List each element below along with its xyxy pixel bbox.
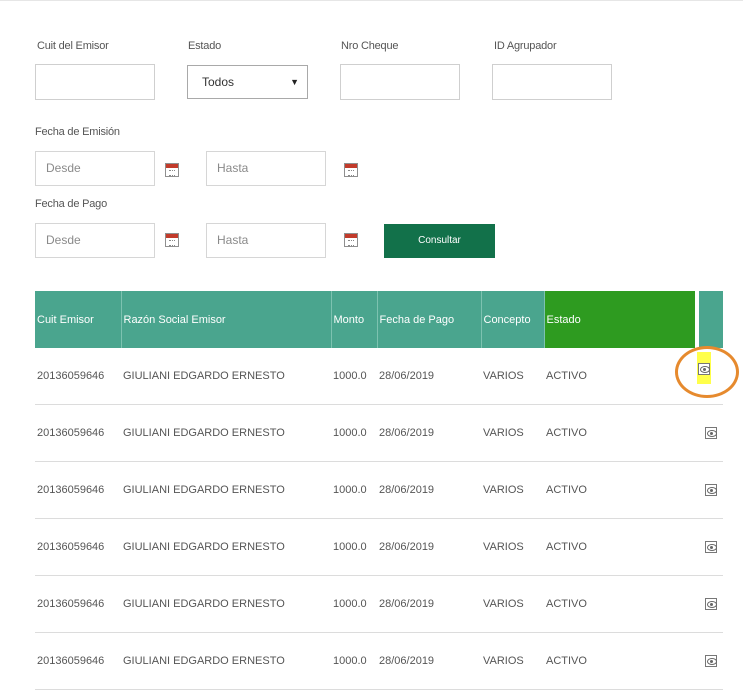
- table-row: 20136059646 GIULIANI EDGARDO ERNESTO 100…: [35, 404, 723, 462]
- table-row: 20136059646 GIULIANI EDGARDO ERNESTO 100…: [35, 632, 723, 690]
- eye-icon[interactable]: [704, 655, 717, 668]
- top-divider: [0, 0, 743, 1]
- header-fecha-pago[interactable]: Fecha de Pago: [377, 291, 482, 348]
- cell-concepto: VARIOS: [481, 575, 544, 633]
- cell-cuit: 20136059646: [35, 348, 121, 405]
- cell-fecha: 28/06/2019: [377, 575, 481, 633]
- eye-icon[interactable]: [704, 598, 717, 611]
- estado-select-value: Todos: [202, 75, 235, 89]
- agrupador-label: ID Agrupador: [494, 40, 557, 52]
- cuit-input[interactable]: [35, 64, 155, 100]
- table-row: 20136059646 GIULIANI EDGARDO ERNESTO 100…: [35, 461, 723, 519]
- header-actions: [698, 291, 723, 348]
- calendar-icon[interactable]: [165, 163, 179, 177]
- agrupador-input[interactable]: [492, 64, 612, 100]
- cell-fecha: 28/06/2019: [377, 632, 481, 690]
- cell-cuit: 20136059646: [35, 518, 121, 576]
- cell-action: [698, 404, 723, 462]
- pago-desde-input[interactable]: Desde: [35, 223, 155, 258]
- header-estado[interactable]: Estado: [544, 291, 695, 348]
- cell-concepto: VARIOS: [481, 518, 544, 576]
- fecha-pago-label: Fecha de Pago: [35, 198, 108, 210]
- cell-razon-social: GIULIANI EDGARDO ERNESTO: [121, 632, 331, 690]
- eye-icon[interactable]: [704, 427, 717, 440]
- cell-cuit: 20136059646: [35, 404, 121, 462]
- calendar-icon[interactable]: [165, 233, 179, 247]
- table-row: 20136059646 GIULIANI EDGARDO ERNESTO 100…: [35, 575, 723, 633]
- cell-fecha: 28/06/2019: [377, 518, 481, 576]
- cell-monto: 1000.0: [331, 632, 377, 690]
- eye-icon[interactable]: [704, 484, 717, 497]
- cell-concepto: VARIOS: [481, 461, 544, 519]
- cell-action: [698, 518, 723, 576]
- table-row: 20136059646 GIULIANI EDGARDO ERNESTO 100…: [35, 518, 723, 576]
- cell-monto: 1000.0: [331, 575, 377, 633]
- cell-cuit: 20136059646: [35, 632, 121, 690]
- cell-fecha: 28/06/2019: [377, 461, 481, 519]
- annotation-ring: [675, 346, 739, 398]
- estado-label: Estado: [188, 40, 222, 52]
- cell-estado: ACTIVO: [544, 632, 694, 690]
- cell-fecha: 28/06/2019: [377, 348, 481, 405]
- cell-concepto: VARIOS: [481, 632, 544, 690]
- header-cuit-emisor[interactable]: Cuit Emisor: [35, 291, 122, 348]
- cell-estado: ACTIVO: [544, 518, 694, 576]
- cell-razon-social: GIULIANI EDGARDO ERNESTO: [121, 461, 331, 519]
- cell-action: [698, 575, 723, 633]
- cell-cuit: 20136059646: [35, 461, 121, 519]
- cell-fecha: 28/06/2019: [377, 404, 481, 462]
- cell-concepto: VARIOS: [481, 348, 544, 405]
- cell-estado: ACTIVO: [544, 348, 694, 405]
- table-header-row: Cuit Emisor Razón Social Emisor Monto Fe…: [35, 291, 723, 348]
- eye-icon[interactable]: [704, 541, 717, 554]
- cell-monto: 1000.0: [331, 348, 377, 405]
- cell-monto: 1000.0: [331, 461, 377, 519]
- results-table: Cuit Emisor Razón Social Emisor Monto Fe…: [35, 291, 723, 690]
- cell-monto: 1000.0: [331, 518, 377, 576]
- cell-razon-social: GIULIANI EDGARDO ERNESTO: [121, 575, 331, 633]
- cell-estado: ACTIVO: [544, 461, 694, 519]
- cell-action: [698, 632, 723, 690]
- calendar-icon[interactable]: [344, 233, 358, 247]
- calendar-icon[interactable]: [344, 163, 358, 177]
- emision-hasta-input[interactable]: Hasta: [206, 151, 326, 186]
- cheque-input[interactable]: [340, 64, 460, 100]
- table-row: 20136059646 GIULIANI EDGARDO ERNESTO 100…: [35, 348, 723, 405]
- cell-estado: ACTIVO: [544, 575, 694, 633]
- pago-hasta-input[interactable]: Hasta: [206, 223, 326, 258]
- cell-cuit: 20136059646: [35, 575, 121, 633]
- consultar-button[interactable]: Consultar: [384, 224, 495, 258]
- header-razon-social[interactable]: Razón Social Emisor: [121, 291, 332, 348]
- cuit-label: Cuit del Emisor: [37, 40, 109, 52]
- cell-razon-social: GIULIANI EDGARDO ERNESTO: [121, 348, 331, 405]
- cell-razon-social: GIULIANI EDGARDO ERNESTO: [121, 518, 331, 576]
- emision-desde-input[interactable]: Desde: [35, 151, 155, 186]
- cell-razon-social: GIULIANI EDGARDO ERNESTO: [121, 404, 331, 462]
- header-monto[interactable]: Monto: [331, 291, 378, 348]
- chevron-down-icon: ▼: [290, 77, 299, 87]
- header-concepto[interactable]: Concepto: [481, 291, 545, 348]
- cell-action: [698, 461, 723, 519]
- cell-estado: ACTIVO: [544, 404, 694, 462]
- cheque-label: Nro Cheque: [341, 40, 399, 52]
- cell-monto: 1000.0: [331, 404, 377, 462]
- cell-concepto: VARIOS: [481, 404, 544, 462]
- estado-select[interactable]: Todos ▼: [187, 65, 308, 99]
- fecha-emision-label: Fecha de Emisión: [35, 126, 120, 138]
